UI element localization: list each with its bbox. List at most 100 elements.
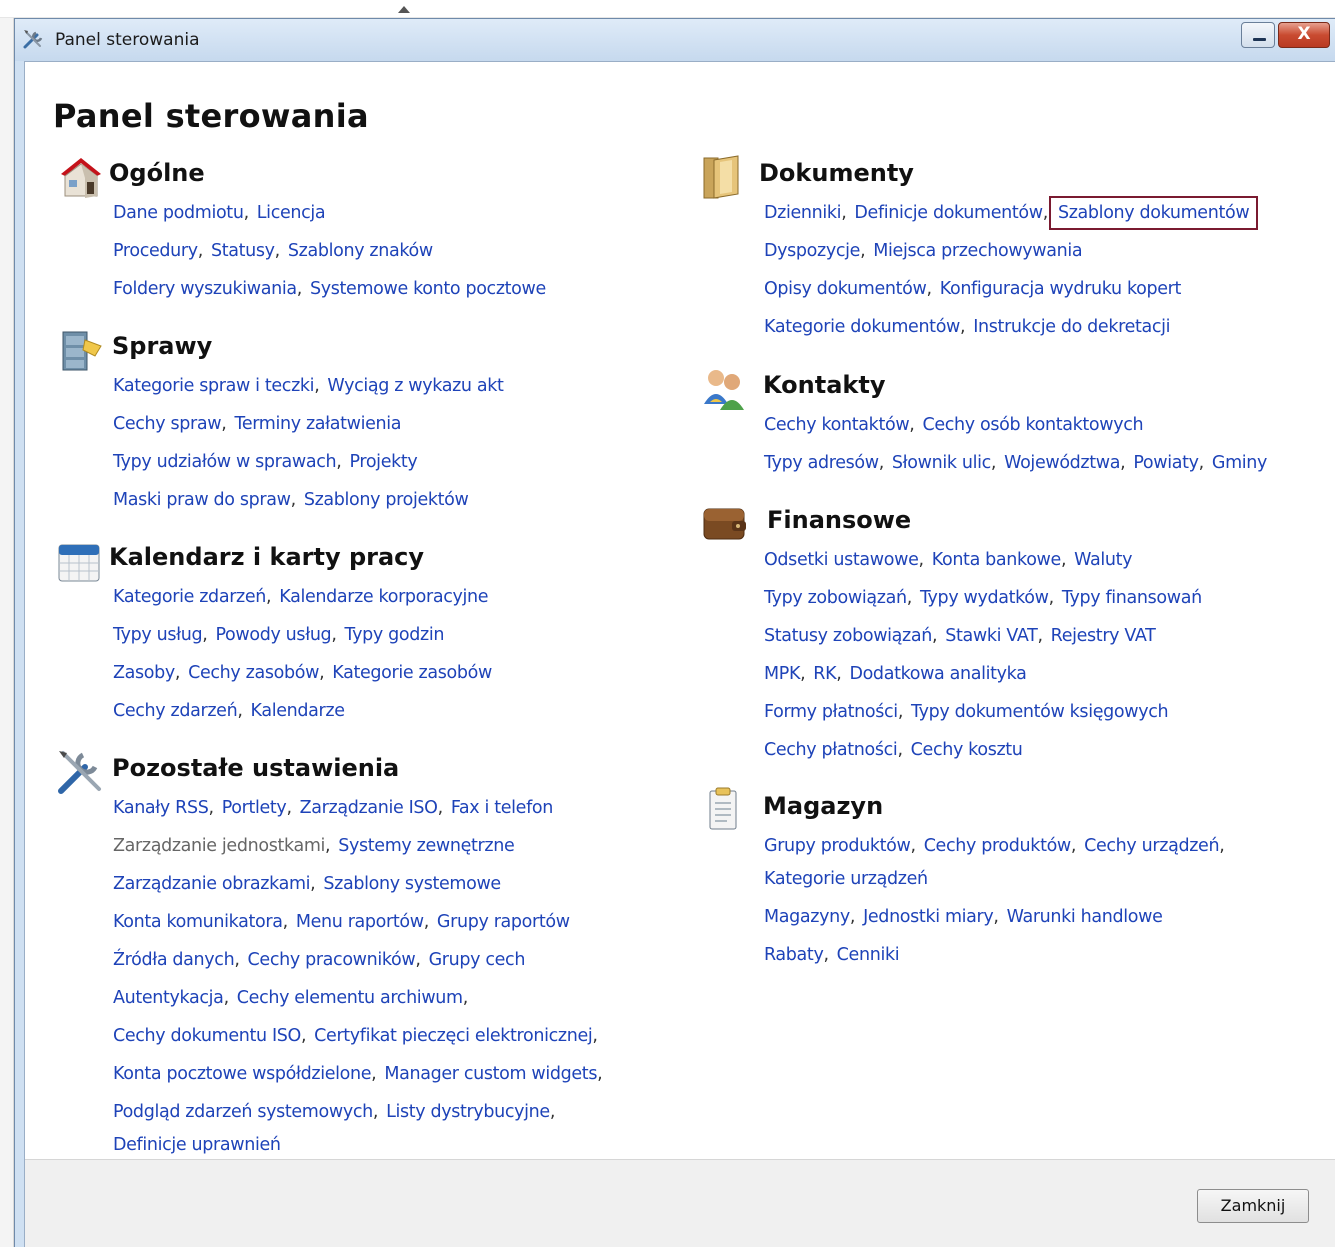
link-portlety[interactable]: Portlety [222, 798, 287, 818]
link-rejestry-vat[interactable]: Rejestry VAT [1051, 626, 1156, 646]
link-slownik-ulic[interactable]: Słownik ulic [892, 453, 991, 473]
link-terminy-zalatwienia[interactable]: Terminy załatwienia [234, 414, 401, 434]
links-row: Foldery wyszukiwania, Systemowe konto poc… [113, 279, 546, 299]
link-kalendarze[interactable]: Kalendarze [251, 701, 345, 721]
link-stawki-vat[interactable]: Stawki VAT [945, 626, 1038, 646]
link-dyspozycje[interactable]: Dyspozycje [764, 241, 860, 261]
control-panel-window: Panel sterowania X Panel sterowania Ogól… [14, 18, 1335, 1247]
link-cechy-spraw[interactable]: Cechy spraw [113, 414, 222, 434]
link-dodatkowa-analityka[interactable]: Dodatkowa analityka [849, 664, 1026, 684]
link-typy-zobowiazan[interactable]: Typy zobowiązań [764, 588, 907, 608]
background-app-strip [0, 0, 1335, 18]
link-definicje-uprawnien[interactable]: Definicje uprawnień [113, 1135, 281, 1155]
link-konta-pocztowe-wspoldzielone[interactable]: Konta pocztowe współdzielone [113, 1064, 372, 1084]
link-fax-i-telefon[interactable]: Fax i telefon [451, 798, 554, 818]
link-opisy-dokumentow[interactable]: Opisy dokumentów [764, 279, 927, 299]
link-cechy-zdarzen[interactable]: Cechy zdarzeń [113, 701, 238, 721]
link-typy-finansowan[interactable]: Typy finansowań [1062, 588, 1202, 608]
close-button[interactable]: Zamknij [1197, 1189, 1309, 1223]
link-konta-komunikatora[interactable]: Konta komunikatora [113, 912, 283, 932]
link-cenniki[interactable]: Cenniki [837, 945, 900, 965]
link-gminy[interactable]: Gminy [1212, 453, 1268, 473]
link-formy-platnosci[interactable]: Formy płatności [764, 702, 898, 722]
link-kategorie-zdarzen[interactable]: Kategorie zdarzeń [113, 587, 266, 607]
minimize-button[interactable] [1241, 22, 1275, 48]
links-row: Typy udziałów w sprawach, Projekty [113, 452, 418, 472]
wallet-icon [703, 508, 746, 540]
link-szablony-dokumentow[interactable]: Szablony dokumentów [1048, 196, 1259, 230]
section-title-kontakty: Kontakty [763, 371, 886, 399]
link-procedury[interactable]: Procedury [113, 241, 198, 261]
link-grupy-produktow[interactable]: Grupy produktów [764, 836, 911, 856]
link-cechy-elementu-archiwum[interactable]: Cechy elementu archiwum [237, 988, 463, 1008]
link-konfiguracja-wydruku-kopert[interactable]: Konfiguracja wydruku kopert [940, 279, 1182, 299]
link-waluty[interactable]: Waluty [1074, 550, 1132, 570]
link-wyciag-z-wykazu-akt[interactable]: Wyciąg z wykazu akt [327, 376, 503, 396]
link-cechy-kontaktow[interactable]: Cechy kontaktów [764, 415, 910, 435]
link-zarzadzanie-iso[interactable]: Zarządzanie ISO [300, 798, 438, 818]
link-cechy-pracownikow[interactable]: Cechy pracowników [248, 950, 416, 970]
link-szablony-projektow[interactable]: Szablony projektów [304, 490, 469, 510]
link-foldery-wyszukiwania[interactable]: Foldery wyszukiwania [113, 279, 297, 299]
link-statusy[interactable]: Statusy [211, 241, 275, 261]
link-cechy-platnosci[interactable]: Cechy płatności [764, 740, 898, 760]
link-kanaly-rss[interactable]: Kanały RSS [113, 798, 209, 818]
link-grupy-cech[interactable]: Grupy cech [429, 950, 526, 970]
link-typy-wydatkow[interactable]: Typy wydatków [920, 588, 1049, 608]
link-cechy-kosztu[interactable]: Cechy kosztu [911, 740, 1023, 760]
link-wojewodztwa[interactable]: Województwa [1004, 453, 1120, 473]
link-cechy-produktow[interactable]: Cechy produktów [924, 836, 1072, 856]
link-typy-adresow[interactable]: Typy adresów [764, 453, 879, 473]
link-zrodla-danych[interactable]: Źródła danych [113, 950, 235, 970]
close-window-button[interactable]: X [1278, 22, 1330, 48]
link-szablony-znakow[interactable]: Szablony znaków [288, 241, 433, 261]
link-manager-custom-widgets[interactable]: Manager custom widgets [384, 1064, 597, 1084]
link-powody-uslug[interactable]: Powody usług [215, 625, 331, 645]
link-warunki-handlowe[interactable]: Warunki handlowe [1007, 907, 1163, 927]
link-typy-uslug[interactable]: Typy usług [113, 625, 203, 645]
link-jednostki-miary[interactable]: Jednostki miary [863, 907, 994, 927]
link-konta-bankowe[interactable]: Konta bankowe [932, 550, 1062, 570]
link-zarzadzanie-obrazkami[interactable]: Zarządzanie obrazkami [113, 874, 311, 894]
link-instrukcje-do-dekretacji[interactable]: Instrukcje do dekretacji [973, 317, 1170, 337]
link-typy-dokumentow-ksiegowych[interactable]: Typy dokumentów księgowych [911, 702, 1169, 722]
link-podglad-zdarzen-systemowych[interactable]: Podgląd zdarzeń systemowych [113, 1102, 373, 1122]
title-bar[interactable]: Panel sterowania X [15, 19, 1335, 61]
link-zasoby[interactable]: Zasoby [113, 663, 175, 683]
link-licencja[interactable]: Licencja [257, 203, 326, 223]
link-kategorie-dokumentow[interactable]: Kategorie dokumentów [764, 317, 960, 337]
link-statusy-zobowiazan[interactable]: Statusy zobowiązań [764, 626, 932, 646]
link-menu-raportow[interactable]: Menu raportów [296, 912, 424, 932]
link-szablony-systemowe[interactable]: Szablony systemowe [323, 874, 501, 894]
link-kategorie-zasobow[interactable]: Kategorie zasobów [332, 663, 492, 683]
link-rabaty[interactable]: Rabaty [764, 945, 824, 965]
link-cechy-urzadzen[interactable]: Cechy urządzeń [1084, 836, 1219, 856]
link-zarzadzanie-jednostkami[interactable]: Zarządzanie jednostkami [113, 836, 325, 856]
link-grupy-raportow[interactable]: Grupy raportów [437, 912, 570, 932]
link-cechy-dokumentu-iso[interactable]: Cechy dokumentu ISO [113, 1026, 301, 1046]
link-powiaty[interactable]: Powiaty [1133, 453, 1199, 473]
link-rk[interactable]: RK [813, 664, 836, 684]
link-listy-dystrybucyjne[interactable]: Listy dystrybucyjne [386, 1102, 550, 1122]
link-systemy-zewnetrzne[interactable]: Systemy zewnętrzne [338, 836, 514, 856]
link-systemowe-konto-pocztowe[interactable]: Systemowe konto pocztowe [310, 279, 546, 299]
link-definicje-dokumentow[interactable]: Definicje dokumentów [854, 203, 1043, 223]
link-typy-udzialow[interactable]: Typy udziałów w sprawach [113, 452, 337, 472]
link-kategorie-urzadzen[interactable]: Kategorie urządzeń [764, 869, 928, 889]
link-dane-podmiotu[interactable]: Dane podmiotu [113, 203, 244, 223]
link-autentykacja[interactable]: Autentykacja [113, 988, 224, 1008]
link-certyfikat-pieczeci[interactable]: Certyfikat pieczęci elektronicznej [314, 1026, 593, 1046]
link-magazyny[interactable]: Magazyny [764, 907, 850, 927]
link-projekty[interactable]: Projekty [349, 452, 417, 472]
link-kategorie-spraw[interactable]: Kategorie spraw i teczki [113, 376, 315, 396]
link-miejsca-przechowywania[interactable]: Miejsca przechowywania [873, 241, 1082, 261]
link-maski-praw[interactable]: Maski praw do spraw [113, 490, 291, 510]
link-cechy-osob-kontaktowych[interactable]: Cechy osób kontaktowych [923, 415, 1144, 435]
link-mpk[interactable]: MPK [764, 664, 800, 684]
link-cechy-zasobow[interactable]: Cechy zasobów [188, 663, 319, 683]
link-dzienniki[interactable]: Dzienniki [764, 203, 842, 223]
link-kalendarze-korporacyjne[interactable]: Kalendarze korporacyjne [279, 587, 488, 607]
client-area: Panel sterowania Ogólne Dane podmiotu, Li… [24, 61, 1335, 1247]
link-typy-godzin[interactable]: Typy godzin [345, 625, 445, 645]
link-odsetki-ustawowe[interactable]: Odsetki ustawowe [764, 550, 919, 570]
